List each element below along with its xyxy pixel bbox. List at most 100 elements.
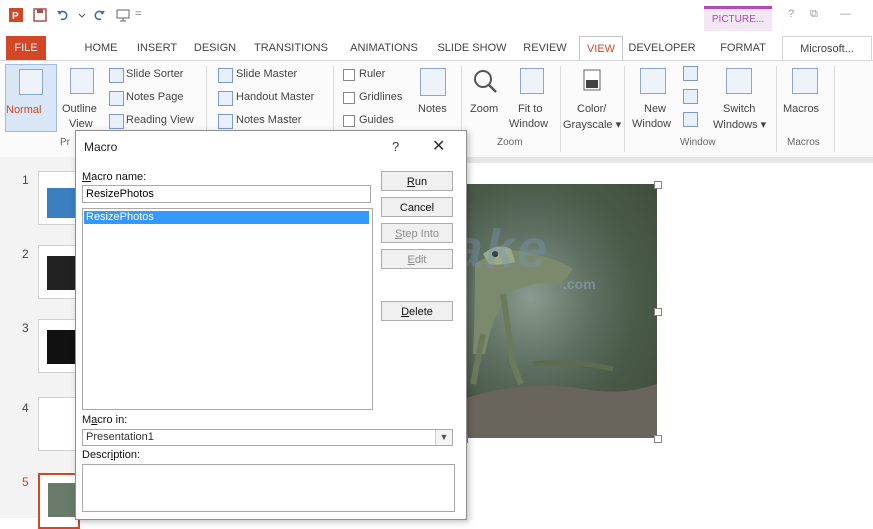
macro-list[interactable]: ResizePhotos	[82, 208, 373, 410]
ruler-label: Ruler	[359, 68, 386, 80]
tab-review[interactable]: REVIEW	[519, 36, 571, 60]
reading-view-icon	[109, 114, 124, 129]
slide-number: 3	[22, 321, 29, 335]
slide-thumbnail-5[interactable]	[38, 473, 80, 529]
switch-windows-icon	[726, 68, 752, 94]
slide-sorter-icon	[109, 68, 124, 83]
zoom-button[interactable]: Zoom	[466, 64, 506, 132]
macro-name-input[interactable]	[82, 185, 371, 203]
redo-icon[interactable]	[92, 8, 106, 22]
run-button[interactable]: Run	[381, 171, 453, 191]
fit-to-window-label-1: Fit to	[518, 103, 543, 115]
gridlines-checkbox[interactable]	[343, 92, 355, 104]
powerpoint-logo-icon: P	[9, 8, 23, 22]
help-icon[interactable]: ?	[788, 8, 794, 20]
tab-microsoft[interactable]: Microsoft...	[782, 36, 872, 60]
outline-view-label-2: View	[69, 118, 93, 130]
tab-file[interactable]: FILE	[6, 36, 46, 60]
slide-thumbnail-1[interactable]	[38, 171, 78, 225]
cancel-button[interactable]: Cancel	[381, 197, 453, 217]
tab-view[interactable]: VIEW	[579, 36, 623, 61]
tab-transitions[interactable]: TRANSITIONS	[249, 36, 333, 60]
switch-windows-button[interactable]: Switch Windows ▾	[706, 64, 772, 132]
step-into-button[interactable]: Step Into	[381, 223, 453, 243]
tab-format[interactable]: FORMAT	[715, 36, 771, 60]
slide-thumbnail-2[interactable]	[38, 245, 78, 299]
tab-design[interactable]: DESIGN	[190, 36, 240, 60]
resize-handle[interactable]	[654, 308, 662, 316]
group-label-presentation-views: Pr	[60, 137, 70, 148]
gridlines-label: Gridlines	[359, 91, 403, 103]
minimize-icon[interactable]: —	[840, 8, 851, 20]
new-window-button[interactable]: New Window	[630, 64, 680, 132]
tab-home[interactable]: HOME	[78, 36, 124, 60]
slide-thumbnail-pane: 1 2 3 4 5	[0, 157, 80, 529]
slide-master-icon	[218, 68, 233, 83]
resize-handle[interactable]	[654, 435, 662, 443]
undo-dropdown-icon[interactable]	[78, 8, 86, 22]
group-label-zoom: Zoom	[497, 137, 523, 148]
dialog-help-button[interactable]: ?	[392, 139, 399, 154]
dialog-close-button[interactable]: ✕	[432, 136, 445, 156]
fit-to-window-button[interactable]: Fit to Window	[508, 64, 556, 132]
macros-icon	[792, 68, 818, 94]
slide-thumbnail-4[interactable]	[38, 397, 78, 451]
slide-number: 1	[22, 173, 29, 187]
guides-checkbox[interactable]	[343, 115, 355, 127]
group-separator	[560, 66, 561, 152]
new-window-icon	[640, 68, 666, 94]
ribbon-display-options-icon[interactable]: ⧉	[810, 8, 818, 21]
macro-name-label: Macro name:	[82, 171, 147, 183]
notes-label: Notes	[418, 103, 447, 115]
title-bar: P = PICTURE... ? ⧉ —	[0, 0, 873, 36]
cascade-icon[interactable]	[683, 89, 698, 104]
notes-page-button[interactable]: Notes Page	[126, 91, 183, 103]
chevron-down-icon[interactable]: ▼	[435, 430, 452, 445]
notes-button[interactable]: Notes	[413, 64, 455, 132]
new-window-label-1: New	[644, 103, 667, 115]
tab-insert[interactable]: INSERT	[133, 36, 181, 60]
resize-handle[interactable]	[654, 181, 662, 189]
description-label: Description:	[82, 449, 141, 461]
slide-master-button[interactable]: Slide Master	[236, 68, 297, 80]
outline-view-button[interactable]: Outline View	[60, 64, 106, 132]
macro-list-item-selected[interactable]: ResizePhotos	[84, 211, 369, 224]
notes-page-icon	[109, 91, 124, 106]
dialog-title: Macro	[84, 140, 118, 154]
group-label-window: Window	[680, 137, 716, 148]
edit-button[interactable]: Edit	[381, 249, 453, 269]
arrange-all-icon[interactable]	[683, 66, 698, 81]
notes-master-icon	[218, 114, 233, 129]
tab-slide-show[interactable]: SLIDE SHOW	[434, 36, 510, 60]
delete-button[interactable]: Delete	[381, 301, 453, 321]
magnifier-icon	[474, 70, 497, 93]
customize-qat-icon[interactable]: =	[135, 8, 141, 20]
macros-button[interactable]: Macros	[780, 64, 830, 132]
svg-text:P: P	[12, 11, 19, 22]
macro-in-select[interactable]: Presentation1 ▼	[82, 429, 453, 446]
tab-developer[interactable]: DEVELOPER	[626, 36, 698, 60]
undo-icon[interactable]	[56, 8, 70, 22]
zoom-label: Zoom	[470, 103, 499, 115]
slide-sorter-button[interactable]: Slide Sorter	[126, 68, 183, 80]
normal-view-button[interactable]: Normal	[5, 64, 57, 132]
fit-to-window-icon	[520, 68, 544, 94]
macro-in-value: Presentation1	[86, 431, 154, 443]
macro-in-label: Macro in:	[82, 414, 128, 426]
tab-animations[interactable]: ANIMATIONS	[343, 36, 425, 60]
ruler-checkbox[interactable]	[343, 69, 355, 81]
new-window-label-2: Window	[632, 118, 672, 130]
group-separator	[776, 66, 777, 152]
slide-number: 4	[22, 401, 29, 415]
start-from-beginning-icon[interactable]	[116, 8, 130, 22]
move-split-icon[interactable]	[683, 112, 698, 127]
reading-view-button[interactable]: Reading View	[126, 114, 194, 126]
handout-master-button[interactable]: Handout Master	[236, 91, 314, 103]
slide-thumbnail-3[interactable]	[38, 319, 78, 373]
normal-view-label: Normal	[6, 104, 42, 116]
color-grayscale-button[interactable]: Color/ Grayscale ▾	[563, 64, 621, 132]
notes-master-button[interactable]: Notes Master	[236, 114, 301, 126]
save-icon[interactable]	[33, 8, 47, 22]
tipsmake-watermark-suffix: .com	[563, 276, 596, 292]
outline-view-icon	[70, 68, 94, 94]
